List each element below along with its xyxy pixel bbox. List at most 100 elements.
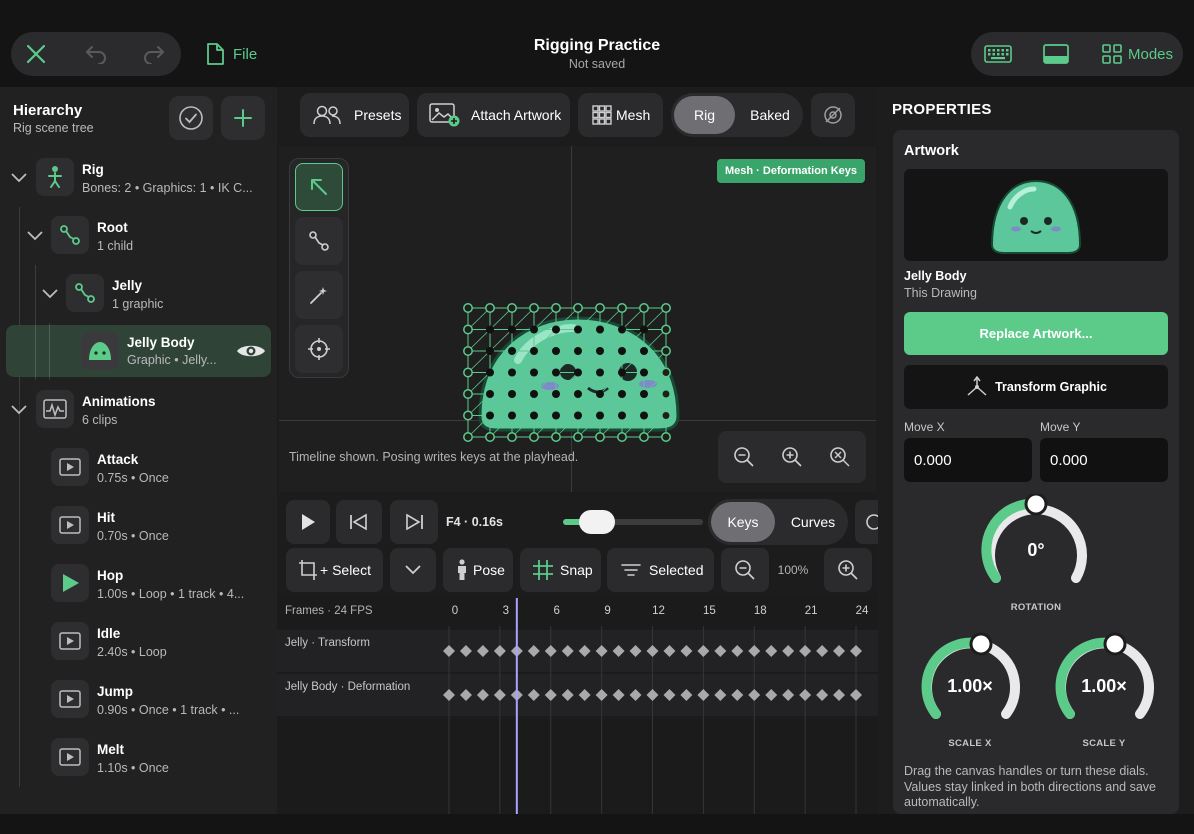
mesh-vertex[interactable]	[507, 432, 517, 442]
keyframe-marker[interactable]	[799, 645, 812, 657]
mesh-vertex[interactable]	[530, 390, 538, 398]
redo-button[interactable]	[134, 36, 174, 72]
keyframe-marker[interactable]	[578, 689, 591, 701]
mesh-vertex[interactable]	[530, 347, 538, 355]
mesh-vertex[interactable]	[640, 325, 648, 334]
mesh-vertex[interactable]	[640, 347, 648, 355]
mesh-vertex[interactable]	[661, 410, 671, 421]
keyframe-marker[interactable]	[697, 645, 710, 657]
keyframe-marker[interactable]	[612, 645, 625, 657]
mesh-vertex[interactable]	[617, 303, 627, 313]
baked-segment[interactable]: Baked	[740, 96, 800, 134]
mesh-vertex[interactable]	[640, 390, 648, 398]
keyframe-marker[interactable]	[443, 645, 455, 657]
presets-button[interactable]: Presets	[300, 93, 409, 137]
mesh-vertex[interactable]	[574, 347, 582, 355]
rig-segment[interactable]: Rig	[674, 96, 735, 134]
keyframe-marker[interactable]	[629, 645, 642, 657]
mesh-vertex[interactable]	[529, 432, 539, 442]
mesh-vertex[interactable]	[485, 432, 495, 442]
mesh-vertex[interactable]	[552, 390, 560, 398]
file-button[interactable]: File	[205, 40, 265, 68]
add-item-button[interactable]	[221, 96, 265, 140]
timeline-zoom-in-button[interactable]	[824, 548, 872, 592]
keyframe-marker[interactable]	[443, 689, 455, 701]
timeline-keyframes[interactable]	[0, 598, 878, 814]
pose-button[interactable]: Pose	[443, 548, 513, 592]
mesh-vertex[interactable]	[508, 368, 516, 377]
mesh-vertex[interactable]	[639, 432, 649, 442]
mesh-vertex[interactable]	[661, 303, 671, 313]
mesh-vertex[interactable]	[508, 347, 516, 355]
next-frame-button[interactable]	[390, 500, 438, 544]
previous-frame-button[interactable]	[336, 500, 382, 544]
canvas-zoom-out-button[interactable]	[722, 435, 766, 479]
visibility-toggle[interactable]	[234, 337, 268, 365]
transform-graphic-button[interactable]: Transform Graphic	[904, 365, 1168, 409]
mesh-vertex[interactable]	[574, 411, 582, 420]
keyframe-marker[interactable]	[765, 645, 778, 657]
keyframe-marker[interactable]	[680, 689, 693, 701]
tree-item-rig[interactable]: Rig Bones: 2 • Graphics: 1 • IK C...	[0, 149, 277, 207]
mesh-vertex[interactable]	[530, 368, 538, 377]
keyframe-marker[interactable]	[527, 645, 540, 657]
keyframe-marker[interactable]	[476, 645, 489, 657]
keyframe-marker[interactable]	[748, 689, 761, 701]
keyframe-marker[interactable]	[459, 645, 472, 657]
mesh-vertex[interactable]	[463, 389, 473, 399]
keyboard-button[interactable]	[980, 36, 1016, 72]
keyframe-marker[interactable]	[714, 645, 727, 657]
keyframe-marker[interactable]	[850, 645, 862, 657]
keyframe-marker[interactable]	[595, 689, 608, 701]
keyframe-marker[interactable]	[527, 689, 540, 701]
clip-item-attack[interactable]: Attack 0.75s • Once	[0, 439, 277, 497]
tree-item-jelly-body[interactable]: Jelly Body Graphic • Jelly...	[6, 325, 271, 377]
keyframe-marker[interactable]	[544, 689, 557, 701]
close-button[interactable]	[16, 36, 56, 72]
keyframe-marker[interactable]	[816, 645, 829, 657]
mesh-vertex[interactable]	[552, 368, 560, 377]
mesh-vertex[interactable]	[661, 367, 671, 378]
keyframe-marker[interactable]	[731, 689, 744, 701]
selected-filter-button[interactable]: Selected	[607, 548, 714, 592]
mesh-vertex[interactable]	[552, 411, 560, 420]
mesh-vertex[interactable]	[618, 411, 626, 420]
move-x-field[interactable]: 0.000	[904, 438, 1032, 482]
scale-y-handle[interactable]	[1103, 632, 1127, 656]
modes-button[interactable]: Modes	[1102, 40, 1182, 68]
keyframe-marker[interactable]	[782, 689, 795, 701]
clip-item-hit[interactable]: Hit 0.70s • Once	[0, 497, 277, 555]
mesh-vertex[interactable]	[596, 390, 604, 398]
timeline-zoom-out-button[interactable]	[721, 548, 769, 592]
mesh-vertex[interactable]	[574, 325, 582, 334]
keyframe-marker[interactable]	[663, 689, 676, 701]
tree-item-jelly[interactable]: Jelly 1 graphic	[0, 265, 277, 323]
mesh-vertex[interactable]	[640, 368, 648, 377]
mesh-vertex[interactable]	[508, 411, 516, 420]
overflow-button[interactable]	[855, 500, 878, 544]
keyframe-marker[interactable]	[561, 645, 574, 657]
mesh-vertex[interactable]	[661, 389, 671, 399]
scrubber-thumb[interactable]	[578, 510, 615, 534]
keyframe-marker[interactable]	[561, 689, 574, 701]
select-dropdown-button[interactable]	[390, 548, 436, 592]
mesh-vertex[interactable]	[508, 390, 516, 398]
mesh-vertex[interactable]	[551, 432, 561, 442]
mesh-vertex[interactable]	[661, 432, 671, 442]
mesh-vertex[interactable]	[552, 347, 560, 355]
keyframe-marker[interactable]	[833, 645, 846, 657]
canvas-zoom-fit-button[interactable]	[818, 435, 862, 479]
keyframe-marker[interactable]	[748, 645, 761, 657]
keyframe-marker[interactable]	[544, 645, 557, 657]
mesh-vertex[interactable]	[661, 324, 671, 335]
keyframe-marker[interactable]	[595, 645, 608, 657]
panel-toggle-button[interactable]	[1038, 36, 1074, 72]
keyframe-marker[interactable]	[714, 689, 727, 701]
mesh-vertex[interactable]	[485, 303, 495, 313]
select-mode-button[interactable]: + Select	[286, 548, 383, 592]
magic-tool[interactable]	[295, 271, 343, 319]
mesh-vertex[interactable]	[573, 303, 583, 313]
jelly-mesh-artwork[interactable]	[458, 300, 698, 444]
mesh-vertex[interactable]	[595, 303, 605, 313]
attach-artwork-button[interactable]: Attach Artwork	[417, 93, 570, 137]
